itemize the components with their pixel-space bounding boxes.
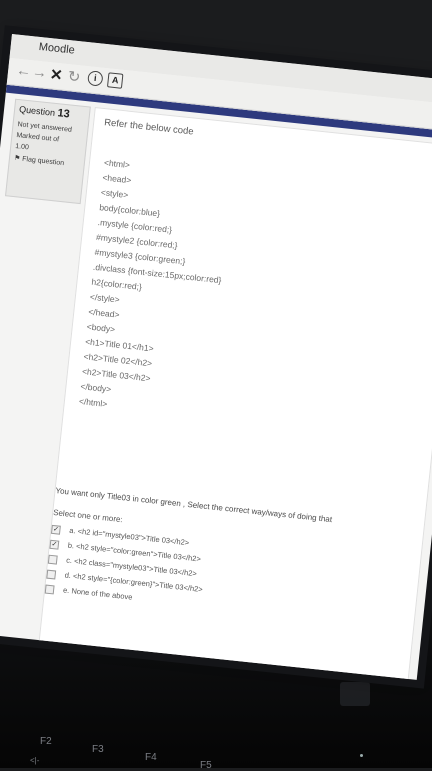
laptop-screen: Moodle x ← → ✕ ↻ i A Question 13 Not yet… <box>0 34 432 680</box>
answer-options: ✓ a. <h2 id="mystyle03">Title 03</h2> ✓ … <box>44 524 203 602</box>
question-prompt: Refer the below code <box>103 117 195 138</box>
info-icon[interactable]: i <box>87 70 104 87</box>
option-d-checkbox[interactable] <box>46 569 57 580</box>
power-led <box>360 754 363 757</box>
select-label: Select one or more: <box>52 507 124 525</box>
option-d[interactable]: d. <h2 style="{color:green}">Title 03</h… <box>46 569 203 594</box>
option-c[interactable]: c. <h2 class="mystyle03">Title 03</h2> <box>47 554 197 578</box>
f3-key: F3 <box>92 744 104 755</box>
f2-key: F2 <box>40 736 52 747</box>
option-e-label: e. None of the above <box>62 585 133 602</box>
code-block: <html> <head> <style> body{color:blue} .… <box>78 155 233 422</box>
a-box-icon[interactable]: A <box>106 72 124 89</box>
back-arrow-icon[interactable]: ← <box>15 62 32 80</box>
keyboard-key <box>340 682 370 706</box>
volume-key: <|- <box>30 756 40 765</box>
option-e[interactable]: e. None of the above <box>44 584 133 602</box>
question-number: Question 13 <box>19 103 86 122</box>
f4-key: F4 <box>145 752 157 763</box>
question-info-panel: Question 13 Not yet answered Marked out … <box>5 98 91 205</box>
option-a-checkbox[interactable]: ✓ <box>50 524 61 535</box>
forward-arrow-icon[interactable]: → <box>31 63 48 81</box>
flag-question[interactable]: ⚑ Flag question <box>14 154 80 169</box>
flag-icon: ⚑ <box>13 154 21 163</box>
flag-label: Flag question <box>21 155 65 168</box>
question-content: Refer the below code <html> <head> <styl… <box>38 107 432 680</box>
f5-key: F5 <box>200 760 212 771</box>
option-e-checkbox[interactable] <box>44 584 55 595</box>
window-title: Moodle <box>38 40 76 57</box>
option-b[interactable]: ✓ b. <h2 style="color:green">Title 03</h… <box>49 539 201 564</box>
option-b-checkbox[interactable]: ✓ <box>49 539 60 550</box>
reload-icon[interactable]: ↻ <box>67 67 81 86</box>
question-number-value: 13 <box>56 107 71 121</box>
option-a[interactable]: ✓ a. <h2 id="mystyle03">Title 03</h2> <box>50 524 190 547</box>
question-label: Question <box>18 104 56 118</box>
option-c-checkbox[interactable] <box>47 554 58 565</box>
stop-icon[interactable]: ✕ <box>49 65 63 84</box>
